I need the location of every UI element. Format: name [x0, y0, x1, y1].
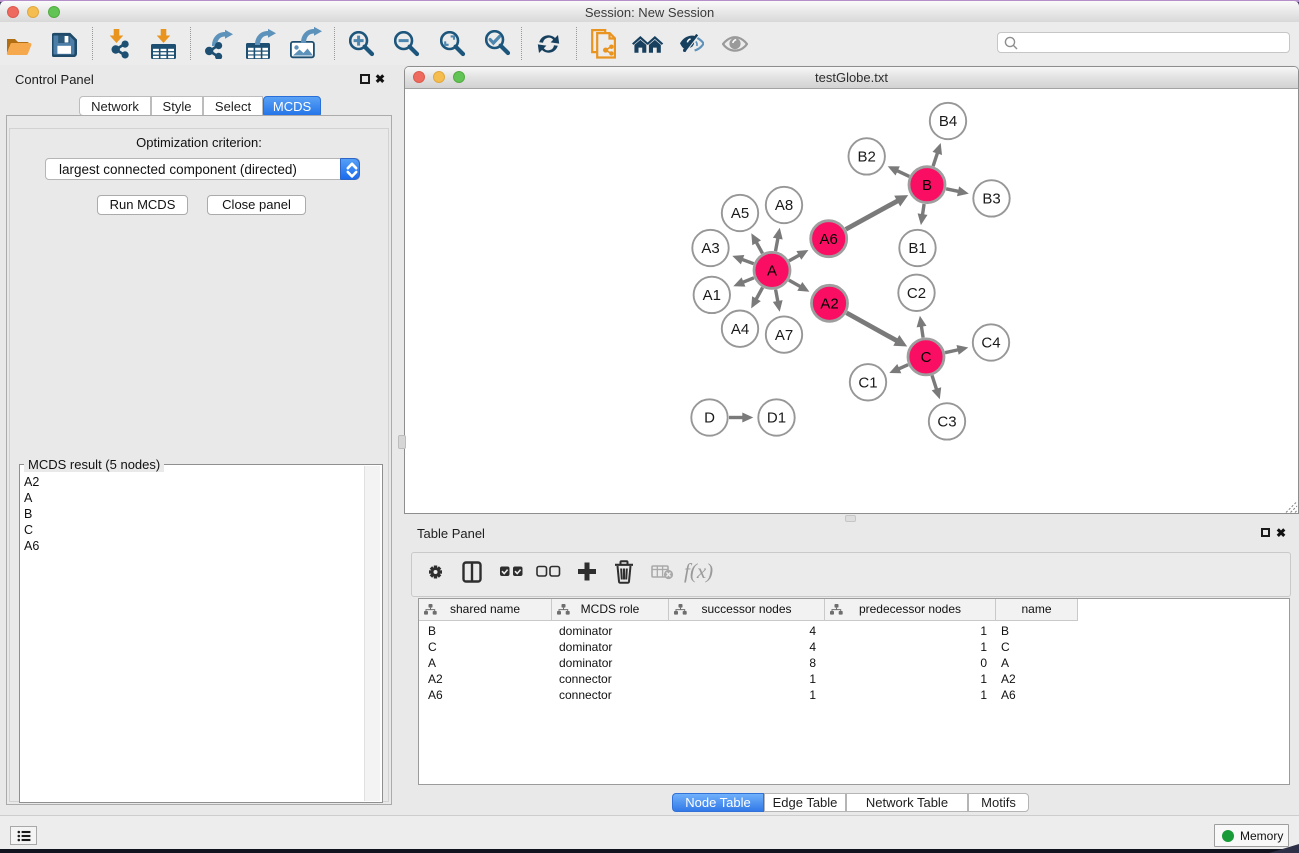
- svg-text:A6: A6: [820, 231, 838, 248]
- svg-text:A: A: [767, 263, 777, 280]
- svg-text:D: D: [704, 410, 715, 427]
- svg-text:C2: C2: [907, 285, 926, 302]
- svg-text:A4: A4: [731, 321, 749, 338]
- svg-text:B3: B3: [982, 191, 1000, 208]
- svg-text:C4: C4: [981, 335, 1000, 352]
- svg-text:B: B: [922, 177, 932, 194]
- svg-text:A3: A3: [701, 240, 719, 257]
- svg-text:A2: A2: [820, 296, 838, 313]
- svg-text:A1: A1: [703, 287, 721, 304]
- svg-text:C: C: [921, 349, 932, 366]
- svg-text:B1: B1: [908, 240, 926, 257]
- svg-text:A5: A5: [731, 205, 749, 222]
- svg-text:C3: C3: [937, 414, 956, 431]
- svg-text:C1: C1: [858, 375, 877, 392]
- svg-text:A8: A8: [775, 197, 793, 214]
- svg-text:D1: D1: [767, 410, 786, 427]
- svg-text:A7: A7: [775, 327, 793, 344]
- svg-text:B2: B2: [858, 149, 876, 166]
- svg-text:B4: B4: [939, 113, 957, 130]
